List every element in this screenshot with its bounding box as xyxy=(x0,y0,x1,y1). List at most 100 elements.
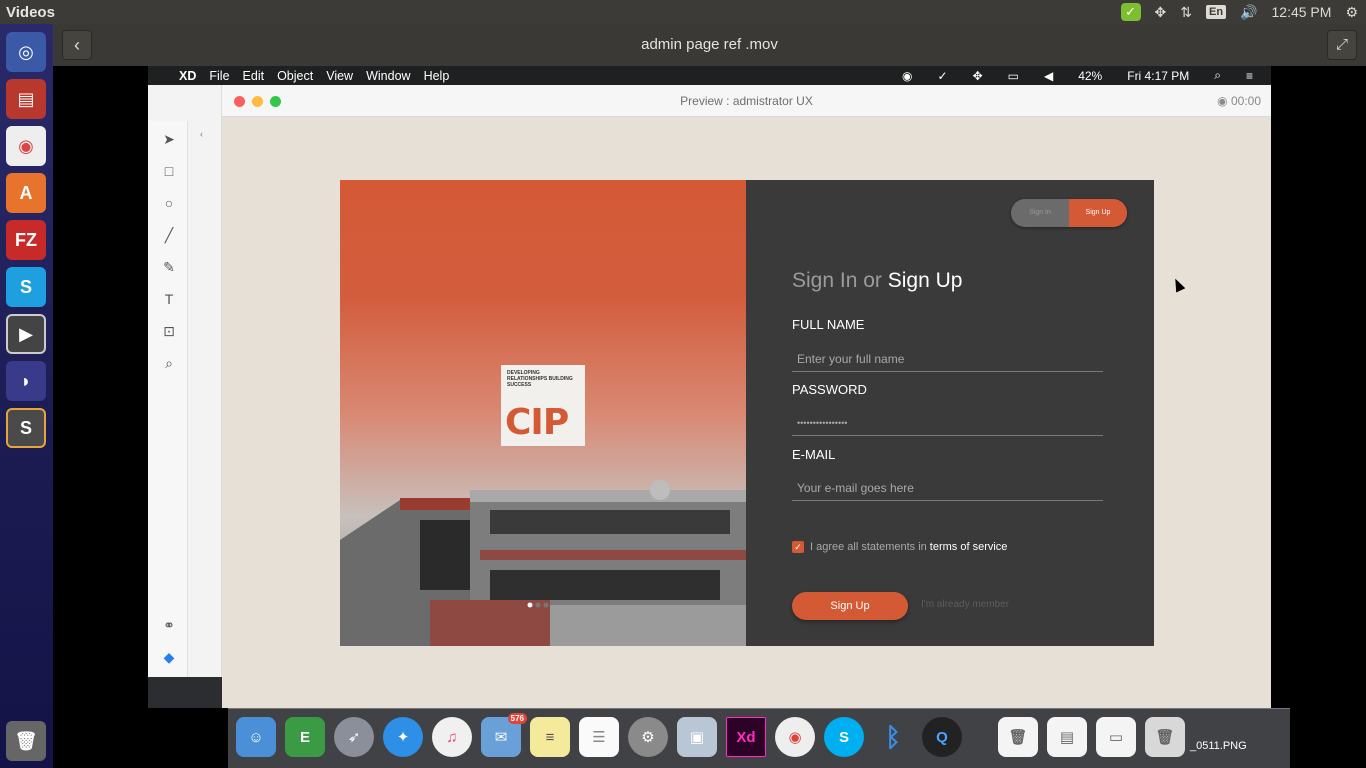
form-panel: Sign In Sign Up Sign In or Sign Up FULL … xyxy=(746,180,1154,646)
update-ok-icon[interactable]: ✓ xyxy=(1120,3,1141,21)
hero-panel: DEVELOPING RELATIONSHIPS BUILDING SUCCES… xyxy=(340,180,746,646)
battery-text: 42% xyxy=(1078,68,1103,83)
preview-window: Preview : admistrator UX ◉ 00:00 DEVELOP… xyxy=(222,85,1271,708)
launchpad-icon[interactable]: ➶ xyxy=(334,717,374,757)
password-input[interactable]: •••••••••••••••• xyxy=(792,412,1103,436)
signup-card: DEVELOPING RELATIONSHIPS BUILDING SUCCES… xyxy=(340,180,1154,646)
system-tray: ✓ ✥ ⇅ En 🔊 12:45 PM ⚙ xyxy=(1120,0,1358,24)
launcher: ◎ ▤ ◉ A FZ S ▶ ◗ S 🗑 xyxy=(0,24,53,768)
toggle-sign-in[interactable]: Sign In xyxy=(1011,199,1069,227)
cip-logo: DEVELOPING RELATIONSHIPS BUILDING SUCCES… xyxy=(501,365,585,446)
logo-tagline: DEVELOPING RELATIONSHIPS BUILDING SUCCES… xyxy=(507,370,573,388)
toggle-sign-up[interactable]: Sign Up xyxy=(1069,199,1127,227)
desktop-file-label[interactable]: _0511.PNG xyxy=(1190,740,1247,752)
file-stack-icon[interactable]: ▤ xyxy=(1047,717,1087,757)
clock[interactable]: 12:45 PM xyxy=(1272,4,1332,20)
mail-icon[interactable]: ✉ 576 xyxy=(481,713,527,757)
list-icon: ≡ xyxy=(1245,68,1253,83)
record-icon: ◉ xyxy=(902,68,913,83)
email-input[interactable]: Your e-mail goes here xyxy=(792,477,1103,501)
skype-icon[interactable]: S xyxy=(6,267,46,307)
ellipse-tool-icon: ○ xyxy=(164,195,174,211)
zoom-tool-icon: ⌕ xyxy=(165,355,173,371)
line-tool-icon: ╱ xyxy=(164,227,174,243)
spotlight-icon: ⌕ xyxy=(1214,68,1221,82)
finder-icon[interactable]: ☺ xyxy=(236,717,276,757)
auth-toggle: Sign In Sign Up xyxy=(1011,199,1127,227)
dash-icon[interactable]: ◎ xyxy=(6,32,46,72)
menu-object: Object xyxy=(277,68,314,83)
system-preferences-icon[interactable]: ⚙ xyxy=(628,717,668,757)
menu-help: Help xyxy=(423,68,450,83)
mac-dock: ☺ E ➶ ✦ ♫ ✉ 576 ≡ ☰ ⚙ ▣ Xd ◉ S ᛒ Q 🗑 ▤ ▭ … xyxy=(228,708,1290,768)
downloads-icon[interactable]: ▭ xyxy=(1096,717,1136,757)
sublime-icon[interactable]: S xyxy=(6,408,46,448)
fullname-input[interactable]: Enter your full name xyxy=(792,348,1103,372)
volume-icon[interactable]: 🔊 xyxy=(1240,4,1257,21)
password-label: PASSWORD xyxy=(792,382,867,397)
quicktime-icon[interactable]: Q xyxy=(922,717,962,757)
adobe-xd-icon[interactable]: Xd xyxy=(726,717,766,757)
terms-text: I agree all statements in xyxy=(810,541,927,553)
terms-row: ✓ I agree all statements in terms of ser… xyxy=(792,541,1007,553)
mac-status-items: ◉ ✓ ✥ ▭ ◀ 42% Fri 4:17 PM ⌕ ≡ xyxy=(889,66,1253,85)
signup-button[interactable]: Sign Up xyxy=(792,592,908,620)
trash-can-icon[interactable]: 🗑 xyxy=(1145,717,1185,757)
heading-strong: Sign Up xyxy=(887,269,963,292)
rectangle-tool-icon: □ xyxy=(164,163,174,179)
chrome-icon[interactable]: ◉ xyxy=(775,717,815,757)
chrome-icon[interactable]: ◉ xyxy=(6,126,46,166)
video-editor-icon[interactable]: ▶ xyxy=(6,314,46,354)
terms-link[interactable]: terms of service xyxy=(930,541,1008,553)
artboard-tool-icon: ⊡ xyxy=(163,323,175,339)
dropbox-icon: ✥ xyxy=(972,68,983,83)
pen-tool-icon: ✎ xyxy=(163,259,175,275)
mac-menubar: XD File Edit Object View Window Help ◉ ✓… xyxy=(148,66,1271,85)
heading-muted: Sign In or xyxy=(792,269,882,292)
mac-clock: Fri 4:17 PM xyxy=(1127,68,1190,83)
files-icon[interactable]: ▤ xyxy=(6,79,46,119)
recorded-screen: XD File Edit Object View Window Help ◉ ✓… xyxy=(148,66,1271,708)
preview-app-icon[interactable]: ▣ xyxy=(677,717,717,757)
fullscreen-button[interactable]: ⤢ xyxy=(1327,30,1357,60)
fullname-label: FULL NAME xyxy=(792,317,865,332)
already-member-link[interactable]: I'm already member xyxy=(921,599,1009,610)
menu-xd: XD xyxy=(179,68,197,83)
timer-value: 00:00 xyxy=(1230,94,1261,108)
record-timer: ◉ 00:00 xyxy=(1217,94,1261,108)
menu-edit: Edit xyxy=(242,68,265,83)
skype-icon[interactable]: S xyxy=(824,717,864,757)
mail-badge: 576 xyxy=(507,713,527,724)
logo-text: CIP xyxy=(505,402,569,443)
menu-file: File xyxy=(209,68,230,83)
reminders-icon[interactable]: ☰ xyxy=(579,717,619,757)
software-center-icon[interactable]: A xyxy=(6,173,46,213)
layers-panel: ‹ xyxy=(190,121,222,677)
network-icon[interactable]: ⇅ xyxy=(1180,4,1192,21)
email-label: E-MAIL xyxy=(792,447,836,462)
bluetooth-icon[interactable]: ᛒ xyxy=(873,717,913,757)
airplay-icon: ▭ xyxy=(1007,68,1019,83)
layers-icon: ◆ xyxy=(163,649,175,665)
filezilla-icon[interactable]: FZ xyxy=(6,220,46,260)
safari-icon[interactable]: ✦ xyxy=(383,717,423,757)
top-panel: Videos ✓ ✥ ⇅ En 🔊 12:45 PM ⚙ xyxy=(0,0,1366,24)
terms-checkbox[interactable]: ✓ xyxy=(792,541,804,553)
menu-view: View xyxy=(326,68,354,83)
trash-icon[interactable]: 🗑 xyxy=(6,721,46,761)
check-icon: ✓ xyxy=(937,68,948,83)
evernote-icon[interactable]: E xyxy=(285,717,325,757)
keyboard-lang-indicator[interactable]: En xyxy=(1206,5,1227,19)
gear-icon[interactable]: ⚙ xyxy=(1345,4,1358,21)
dolphin-icon[interactable]: ◗ xyxy=(6,361,46,401)
xd-editor-window: ➤ □ ○ ╱ ✎ T ⊡ ⌕ ⚭ ◆ ‹ xyxy=(148,85,222,677)
dropbox-icon[interactable]: ✥ xyxy=(1155,4,1167,21)
symbols-icon: ⚭ xyxy=(163,617,175,633)
select-tool-icon: ➤ xyxy=(163,131,175,147)
player-header: ‹ admin page ref .mov ⤢ xyxy=(53,24,1366,66)
itunes-icon[interactable]: ♫ xyxy=(432,717,472,757)
app-name: Videos xyxy=(6,3,55,21)
notes-icon[interactable]: ≡ xyxy=(530,717,570,757)
volume-icon: ◀ xyxy=(1043,68,1054,83)
document-icon[interactable]: 🗑 xyxy=(998,717,1038,757)
